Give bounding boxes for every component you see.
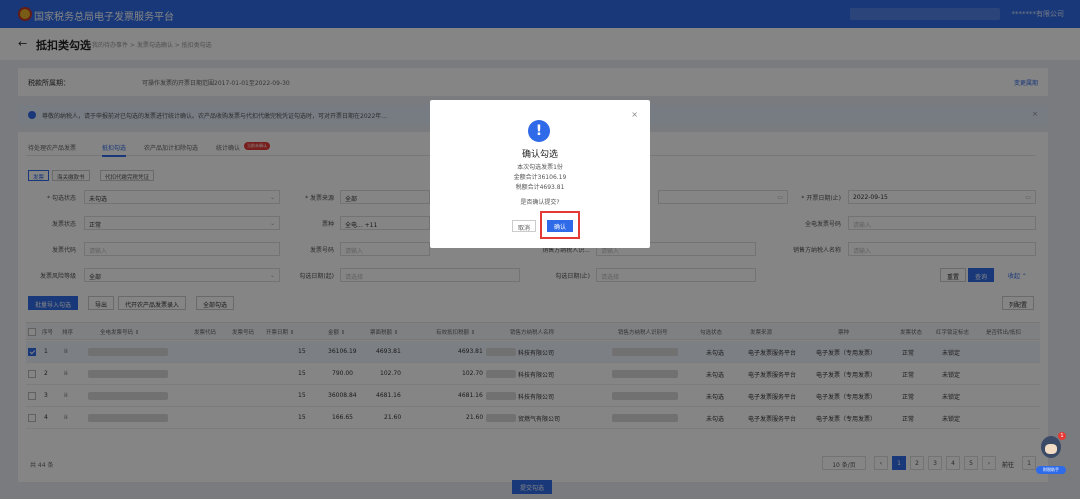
confirm-button[interactable]: 确认 (547, 220, 573, 232)
dialog-tax: 税额合计4693.81 (515, 184, 565, 191)
dialog-question: 是否确认提交? (520, 199, 560, 206)
exclamation-icon: ! (528, 120, 550, 142)
assistant-widget[interactable]: 1 财税助手 (1036, 432, 1066, 476)
dialog-count: 本次勾选发票1份 (517, 164, 563, 171)
notification-badge: 1 (1058, 432, 1066, 440)
modal-overlay (0, 0, 1080, 499)
assistant-label: 财税助手 (1036, 466, 1066, 474)
dialog-title: 确认勾选 (521, 150, 558, 160)
confirm-dialog: × ! 确认勾选 本次勾选发票1份 金额合计36106.19 税额合计4693.… (430, 100, 650, 248)
dialog-amount: 金额合计36106.19 (513, 174, 567, 181)
assistant-face (1045, 444, 1057, 454)
confirm-highlight-box: 确认 (540, 211, 580, 239)
cancel-button[interactable]: 取消 (512, 220, 537, 232)
close-icon[interactable]: × (631, 110, 638, 119)
